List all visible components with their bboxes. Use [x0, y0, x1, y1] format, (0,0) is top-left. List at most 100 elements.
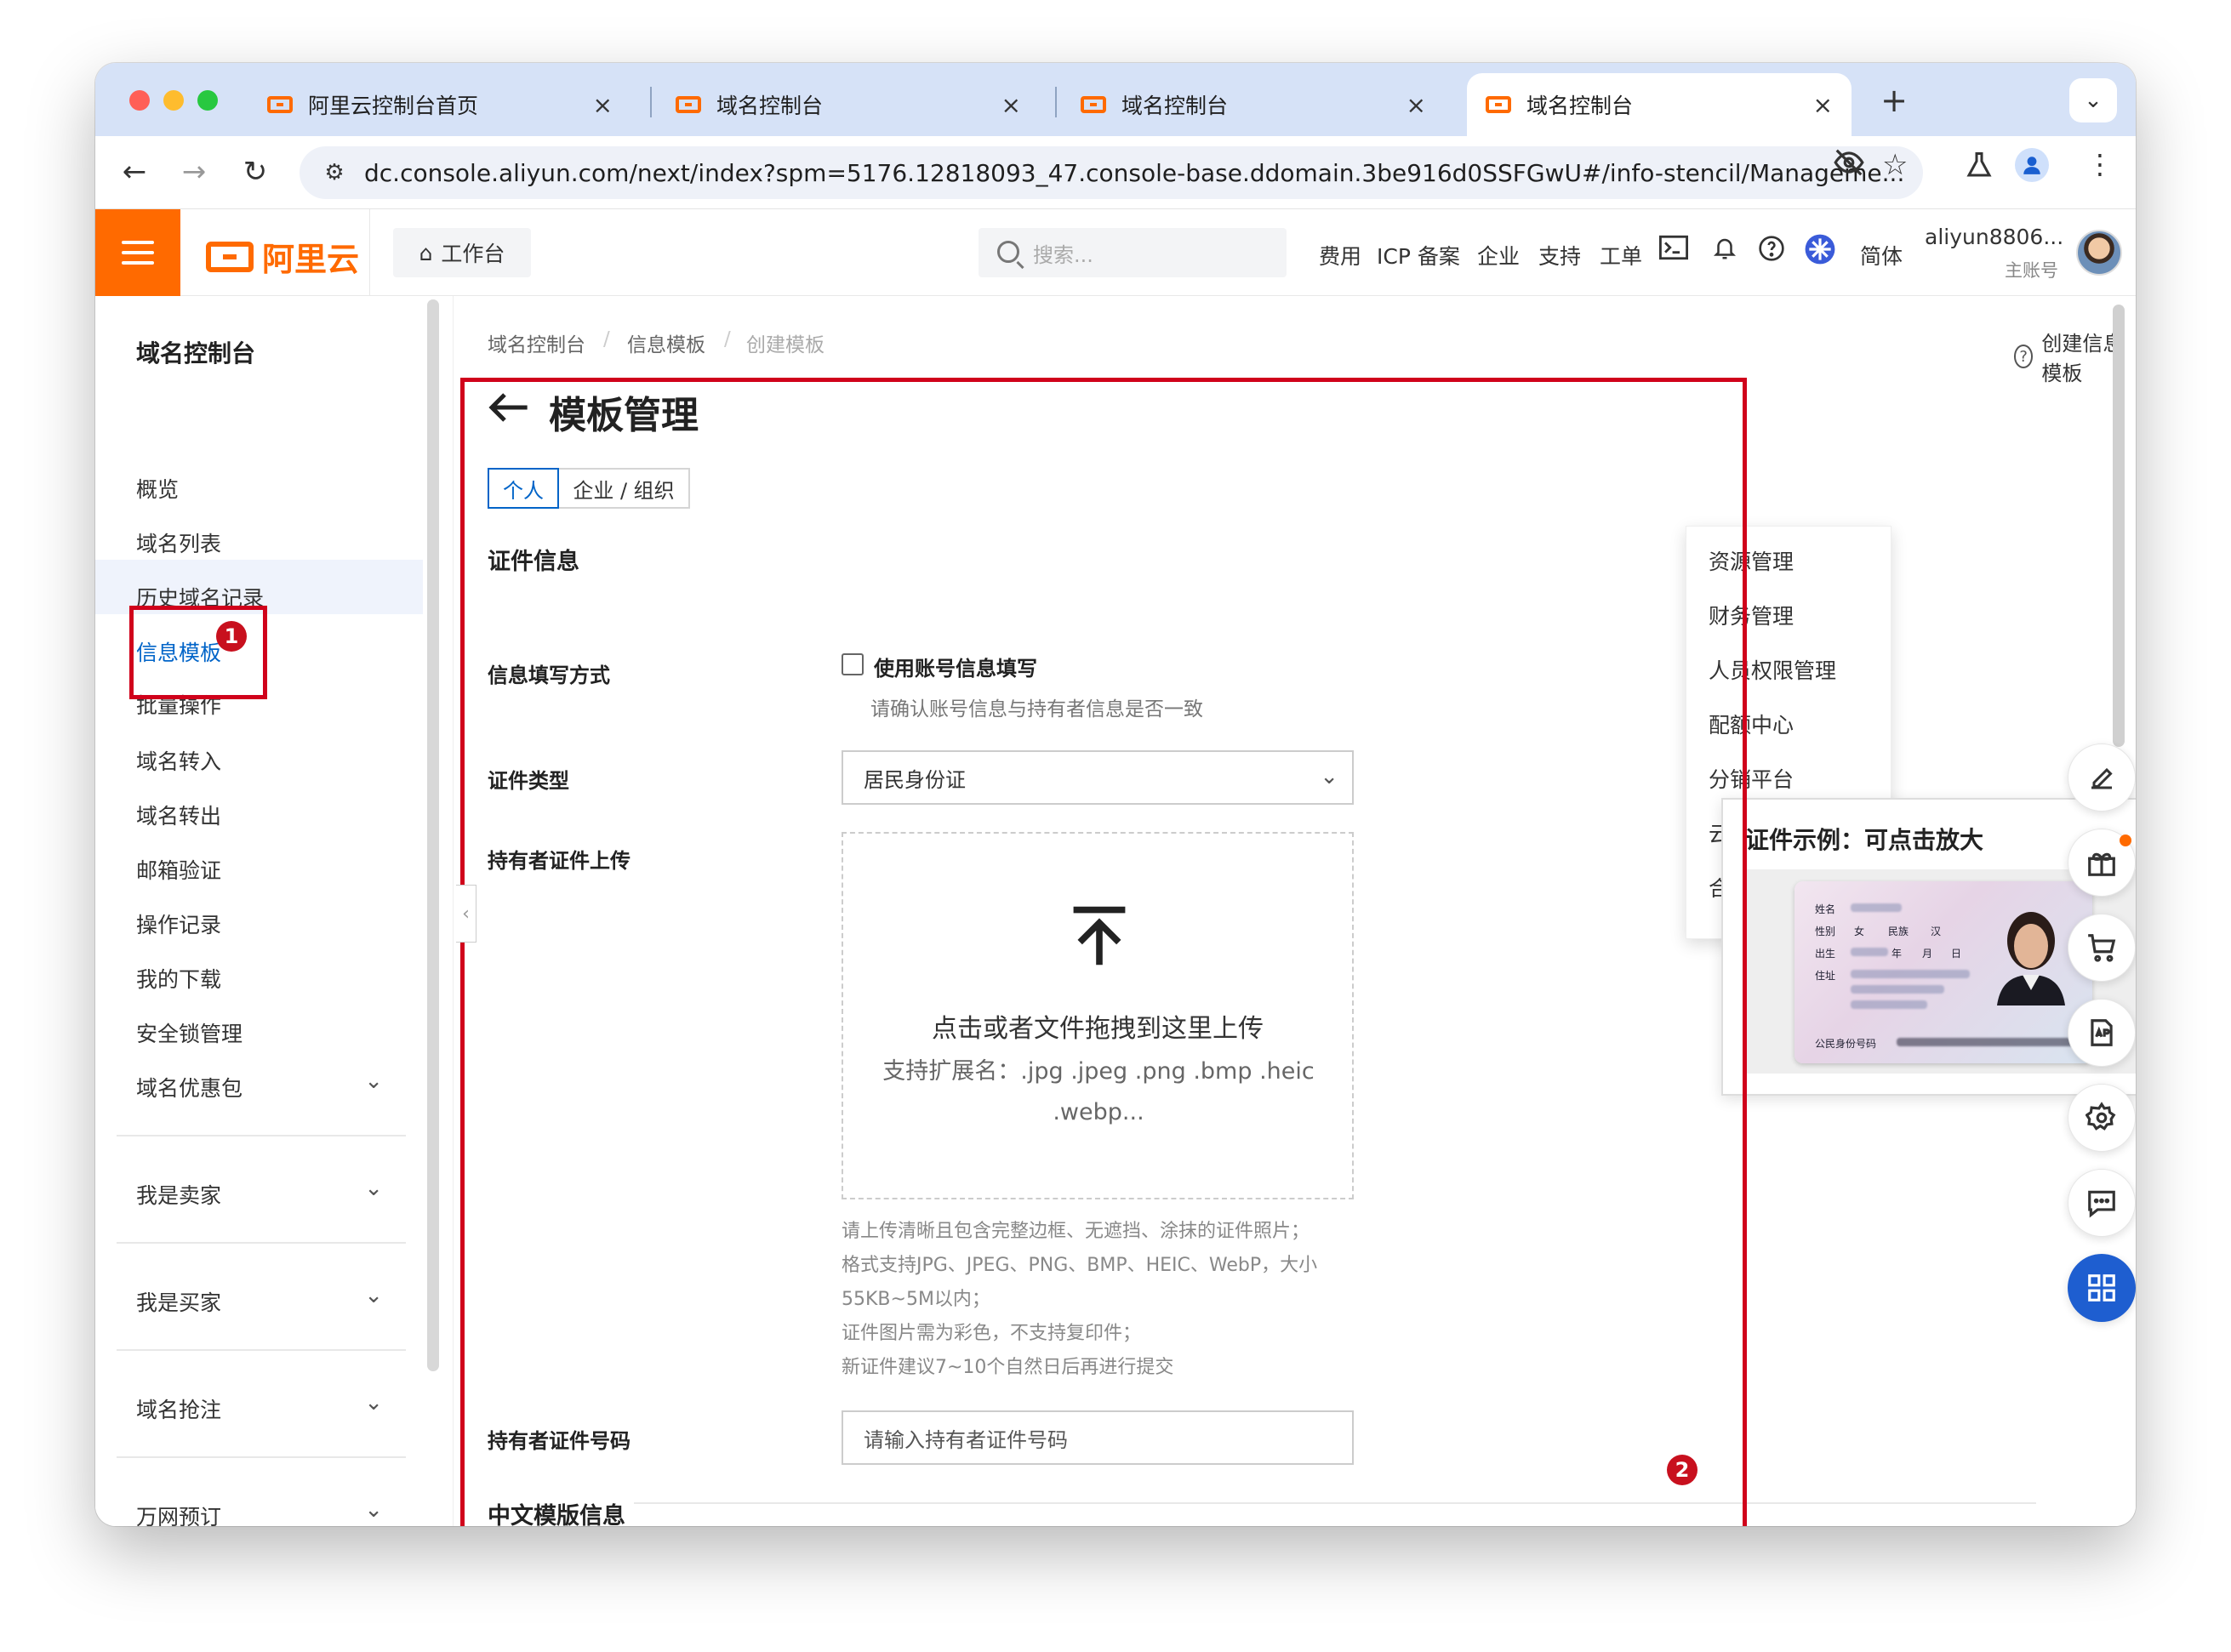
tab-close-icon[interactable]: × — [1406, 91, 1426, 119]
nav-ticket[interactable]: 工单 — [1600, 240, 1642, 271]
edit-float-button[interactable] — [2068, 743, 2136, 812]
sidebar-group-label: 我是买家 — [136, 1290, 222, 1315]
annotation-box-2 — [460, 378, 1747, 1526]
sidebar-group-buyer[interactable]: 我是买家 ⌄ — [136, 1283, 383, 1317]
sidebar-item-downloads[interactable]: 我的下载 — [136, 963, 221, 994]
user-name[interactable]: aliyun8806... — [1925, 225, 2063, 249]
sidebar-item-domain-list[interactable]: 域名列表 — [136, 527, 221, 558]
sidebar-collapse-toggle[interactable]: ‹ — [456, 885, 476, 943]
forward-arrow-icon[interactable]: → — [174, 151, 214, 192]
settings-float-button[interactable] — [2068, 1084, 2136, 1152]
sidebar-divider — [117, 1242, 406, 1244]
terminal-icon[interactable] — [1659, 235, 1688, 267]
sidebar-group-discount[interactable]: 域名优惠包 ⌄ — [136, 1068, 383, 1102]
nav-support[interactable]: 支持 — [1538, 240, 1581, 271]
language-switch[interactable]: 简体 — [1860, 240, 1903, 271]
breadcrumb-item[interactable]: 信息模板 — [627, 328, 705, 357]
sidebar-item-transfer-out[interactable]: 域名转出 — [136, 800, 221, 830]
back-arrow-icon[interactable]: ← — [114, 151, 155, 192]
bookmark-star-icon[interactable]: ☆ — [1882, 148, 1908, 182]
tab-search-button[interactable]: ⌄ — [2069, 78, 2117, 122]
gift-icon — [2088, 852, 2115, 876]
sidebar-item-email-verify[interactable]: 邮箱验证 — [136, 854, 221, 885]
minimize-window-button[interactable] — [163, 90, 184, 111]
id-ethnicity-value: 汉 — [1931, 926, 1942, 937]
id-label-year: 年 — [1892, 948, 1903, 960]
chevron-down-icon: ⌄ — [2084, 88, 2103, 113]
chat-icon — [2088, 1190, 2115, 1218]
tab-close-icon[interactable]: × — [1001, 91, 1021, 119]
labs-flask-icon[interactable] — [1964, 150, 1994, 187]
sidebar-group-seller[interactable]: 我是卖家 ⌄ — [136, 1176, 383, 1210]
tab-close-icon[interactable]: × — [593, 91, 613, 119]
annotation-badge-1: 1 — [216, 621, 247, 652]
profile-avatar-icon[interactable] — [2015, 148, 2049, 182]
sidebar-item-transfer-in[interactable]: 域名转入 — [136, 745, 221, 776]
main-scrollbar[interactable] — [2113, 305, 2125, 747]
ai-assistant-icon[interactable] — [1804, 233, 1836, 272]
sidebar-item-overview[interactable]: 概览 — [136, 473, 179, 504]
notification-dot — [2120, 835, 2131, 846]
redacted-value — [1897, 1038, 2075, 1046]
app-icon — [2091, 1019, 2113, 1046]
breadcrumb-separator: / — [724, 328, 731, 350]
sidebar-divider — [117, 1456, 406, 1458]
close-window-button[interactable] — [129, 90, 150, 111]
site-settings-icon[interactable]: ⚙ — [320, 158, 349, 187]
browser-tab[interactable]: 域名控制台 × — [657, 73, 1040, 136]
reload-icon[interactable]: ↻ — [235, 151, 276, 192]
browser-tab-active[interactable]: 域名控制台 × — [1467, 73, 1852, 136]
breadcrumb-current: 创建模板 — [746, 334, 824, 356]
more-menu-icon[interactable]: ⋮ — [2086, 148, 2114, 180]
chevron-left-icon: ‹ — [462, 903, 470, 925]
menu-hamburger-icon[interactable] — [95, 209, 180, 296]
browser-tab[interactable]: 域名控制台 × — [1062, 73, 1445, 136]
bell-icon[interactable] — [1712, 235, 1737, 269]
sidebar-item-operation-log[interactable]: 操作记录 — [136, 909, 221, 939]
breadcrumb-item[interactable]: 域名控制台 — [488, 328, 585, 357]
help-circle-icon: ? — [2014, 345, 2034, 368]
workbench-label: 工作台 — [441, 242, 505, 266]
maximize-window-button[interactable] — [197, 90, 218, 111]
nav-icp[interactable]: ICP 备案 — [1377, 240, 1460, 271]
nav-enterprise[interactable]: 企业 — [1477, 240, 1520, 271]
sidebar-scrollbar[interactable] — [427, 299, 439, 1371]
id-label-birth: 出生 — [1815, 948, 1836, 960]
id-label-month: 月 — [1922, 948, 1933, 960]
new-tab-plus-icon[interactable]: + — [1874, 80, 1914, 121]
sidebar-item-security-lock[interactable]: 安全锁管理 — [136, 1017, 242, 1048]
chevron-down-icon: ⌄ — [364, 1283, 383, 1308]
help-icon[interactable] — [1758, 235, 1785, 269]
aliyun-favicon-icon — [1486, 96, 1511, 113]
nav-fees[interactable]: 费用 — [1319, 240, 1361, 271]
id-card: 姓名 性别 女 民族 汉 出生 年 月 日 住址 公民身份号码 — [1794, 881, 2092, 1063]
browser-tab[interactable]: 阿里云控制台首页 × — [248, 73, 631, 136]
sidebar-group-snapping[interactable]: 域名抢注 ⌄ — [136, 1390, 383, 1424]
main-content: 域名控制台 / 信息模板 / 创建模板 模板管理 个人 企业 / 组织 证件信息… — [453, 296, 2136, 1526]
address-bar[interactable]: ⚙ dc.console.aliyun.com/next/index?spm=5… — [300, 146, 1923, 199]
edit-icon — [2091, 767, 2113, 789]
id-gender-value: 女 — [1854, 926, 1865, 937]
sidebar-group-preorder[interactable]: 万网预订 ⌄ — [136, 1497, 383, 1526]
home-icon: ⌂ — [419, 240, 433, 265]
gift-float-button[interactable] — [2068, 829, 2136, 897]
grid-float-button[interactable] — [2068, 1254, 2136, 1322]
user-avatar[interactable] — [2076, 230, 2122, 276]
grid-icon — [2088, 1274, 2115, 1302]
aliyun-logo[interactable]: 阿里云 — [206, 233, 359, 280]
console-search-input[interactable]: 搜索... — [979, 228, 1287, 277]
annotation-box-1 — [129, 606, 267, 699]
chevron-down-icon: ⌄ — [364, 1497, 383, 1523]
workbench-button[interactable]: ⌂ 工作台 — [393, 228, 531, 277]
redacted-value — [1851, 985, 1944, 994]
aliyun-favicon-icon — [1081, 96, 1106, 113]
tab-close-icon[interactable]: × — [1813, 91, 1833, 119]
eye-off-icon[interactable] — [1833, 146, 1865, 185]
chat-float-button[interactable] — [2068, 1169, 2136, 1237]
popover-title: 证件示例：可点击放大 — [1745, 826, 1984, 854]
tab-title: 域名控制台 — [716, 94, 824, 118]
id-label-day: 日 — [1951, 948, 1962, 960]
cart-float-button[interactable] — [2068, 914, 2136, 982]
header-divider — [369, 209, 370, 296]
app-float-button[interactable] — [2068, 999, 2136, 1067]
